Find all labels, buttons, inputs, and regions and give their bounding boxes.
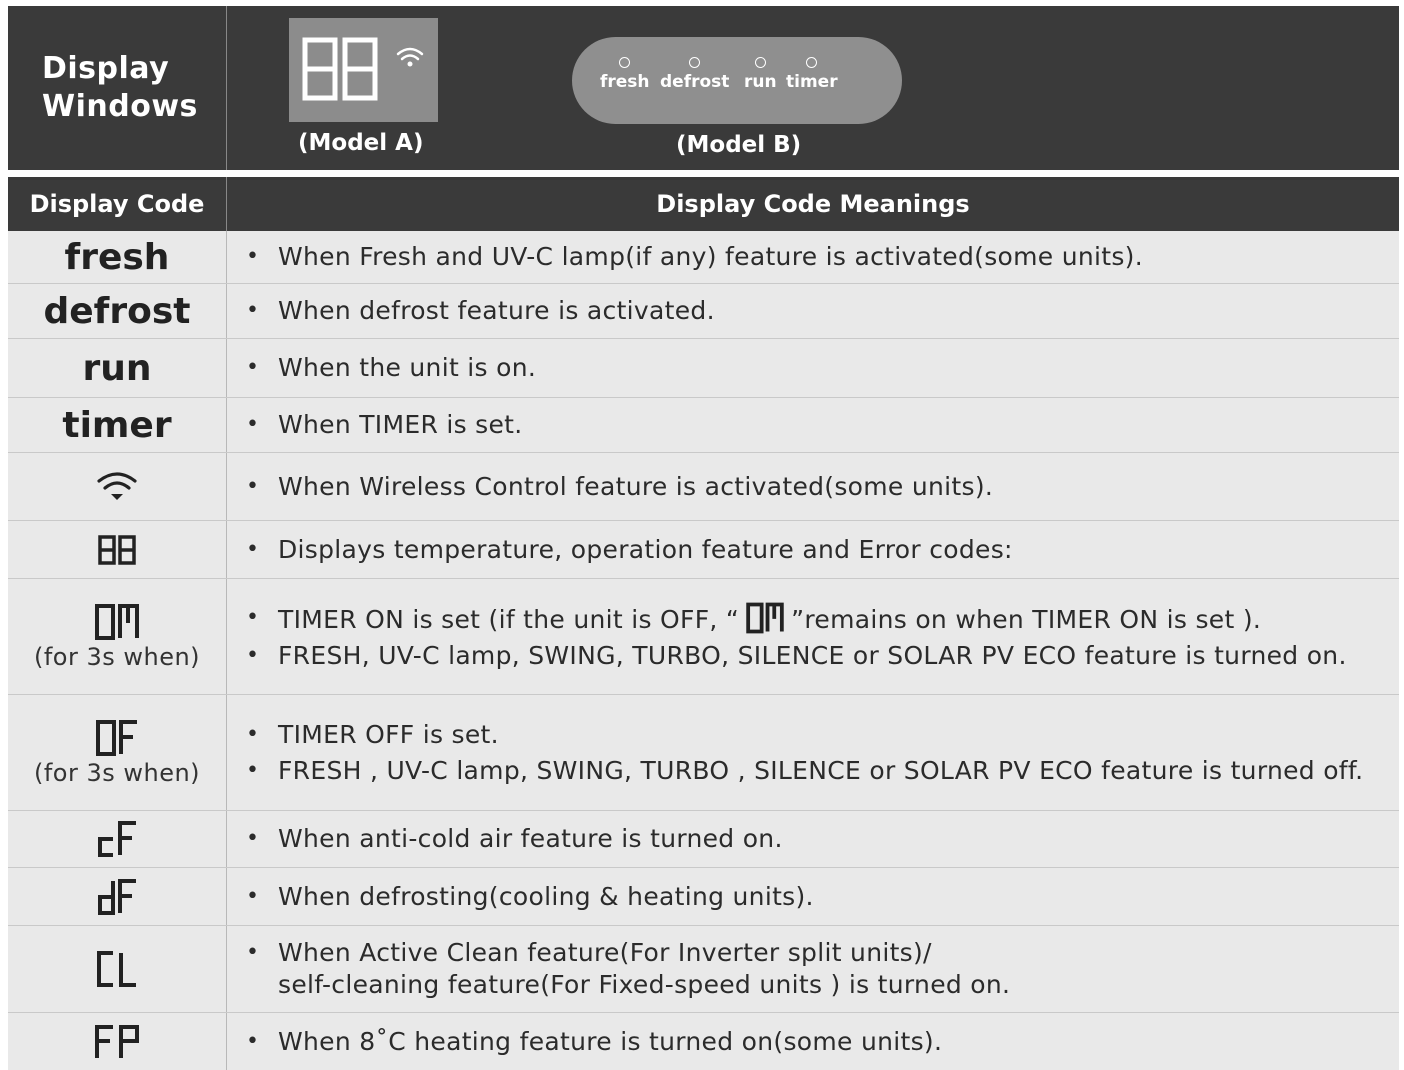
code-run: run [82, 347, 152, 389]
code-table: fresh When Fresh and UV-C lamp(if any) f… [8, 231, 1399, 1070]
table-row: run When the unit is on. [8, 339, 1399, 398]
meaning-text: When the unit is on. [244, 352, 1379, 384]
meaning-text: When anti-cold air feature is turned on. [244, 823, 1379, 855]
indicator-fresh: fresh [600, 57, 650, 92]
code-note: (for 3s when) [33, 642, 201, 671]
meaning-text: FRESH, UV-C lamp, SWING, TURBO, SILENCE … [244, 640, 1379, 672]
indicator-dot-icon [754, 57, 766, 68]
wifi-icon [97, 471, 137, 500]
code-timer: timer [62, 404, 172, 446]
model-a-display [289, 18, 438, 122]
column-header-code: Display Code [29, 190, 205, 218]
table-row: fresh When Fresh and UV-C lamp(if any) f… [8, 231, 1399, 284]
meaning-text: When Fresh and UV-C lamp(if any) feature… [244, 241, 1379, 273]
table-header: Display Code Display Code Meanings [8, 177, 1399, 231]
model-b-caption: (Model B) [676, 132, 802, 158]
display-windows-band: Display Windows (Model A) fresh defrost … [8, 6, 1399, 170]
segment-of-icon [96, 719, 137, 756]
code-note: (for 3s when) [33, 758, 201, 787]
indicator-defrost: defrost [660, 57, 729, 92]
divider [226, 6, 227, 170]
meaning-text: When 8˚C heating feature is turned on(so… [244, 1026, 1379, 1058]
table-row: When Active Clean feature(For Inverter s… [8, 926, 1399, 1013]
code-defrost: defrost [43, 290, 191, 332]
meaning-text: When defrost feature is activated. [244, 295, 1379, 327]
table-row: When anti-cold air feature is turned on. [8, 811, 1399, 868]
meaning-text: When Wireless Control feature is activat… [244, 471, 1379, 503]
meaning-text: When TIMER is set. [244, 409, 1379, 441]
meaning-text: TIMER ON is set (if the unit is OFF, “”r… [244, 602, 1379, 636]
meaning-text: TIMER OFF is set. [244, 719, 1379, 751]
segment-88-wifi-icon [302, 37, 424, 101]
model-b-display: fresh defrost run timer [572, 37, 902, 124]
indicator-timer: timer [786, 57, 838, 92]
segment-df-icon [98, 878, 136, 915]
table-row: Displays temperature, operation feature … [8, 521, 1399, 579]
segment-cf-icon [98, 821, 136, 857]
table-row: (for 3s when) TIMER OFF is set. FRESH , … [8, 695, 1399, 811]
meaning-text: Displays temperature, operation feature … [244, 534, 1379, 566]
column-header-meaning: Display Code Meanings [656, 190, 970, 218]
indicator-dot-icon [806, 57, 818, 68]
meaning-text: When defrosting(cooling & heating units)… [244, 881, 1379, 913]
indicator-run: run [744, 57, 777, 92]
segment-cl-icon [97, 951, 136, 987]
segment-on-icon [95, 603, 139, 640]
display-windows-label: Display Windows [42, 51, 198, 124]
table-row: (for 3s when) TIMER ON is set (if the un… [8, 579, 1399, 695]
table-row: defrost When defrost feature is activate… [8, 284, 1399, 339]
meaning-text: When Active Clean feature(For Inverter s… [244, 937, 1379, 1001]
indicator-dot-icon [619, 57, 631, 68]
table-row: When Wireless Control feature is activat… [8, 453, 1399, 521]
indicator-dot-icon [689, 57, 701, 68]
table-row: When defrosting(cooling & heating units)… [8, 868, 1399, 926]
segment-fp-icon [95, 1024, 139, 1058]
table-row: timer When TIMER is set. [8, 398, 1399, 453]
table-row: When 8˚C heating feature is turned on(so… [8, 1013, 1399, 1070]
meaning-text: FRESH , UV-C lamp, SWING, TURBO , SILENC… [244, 755, 1379, 787]
segment-88-icon [98, 534, 136, 565]
model-a-caption: (Model A) [298, 130, 424, 156]
code-fresh: fresh [64, 236, 170, 278]
segment-on-icon [746, 602, 784, 633]
